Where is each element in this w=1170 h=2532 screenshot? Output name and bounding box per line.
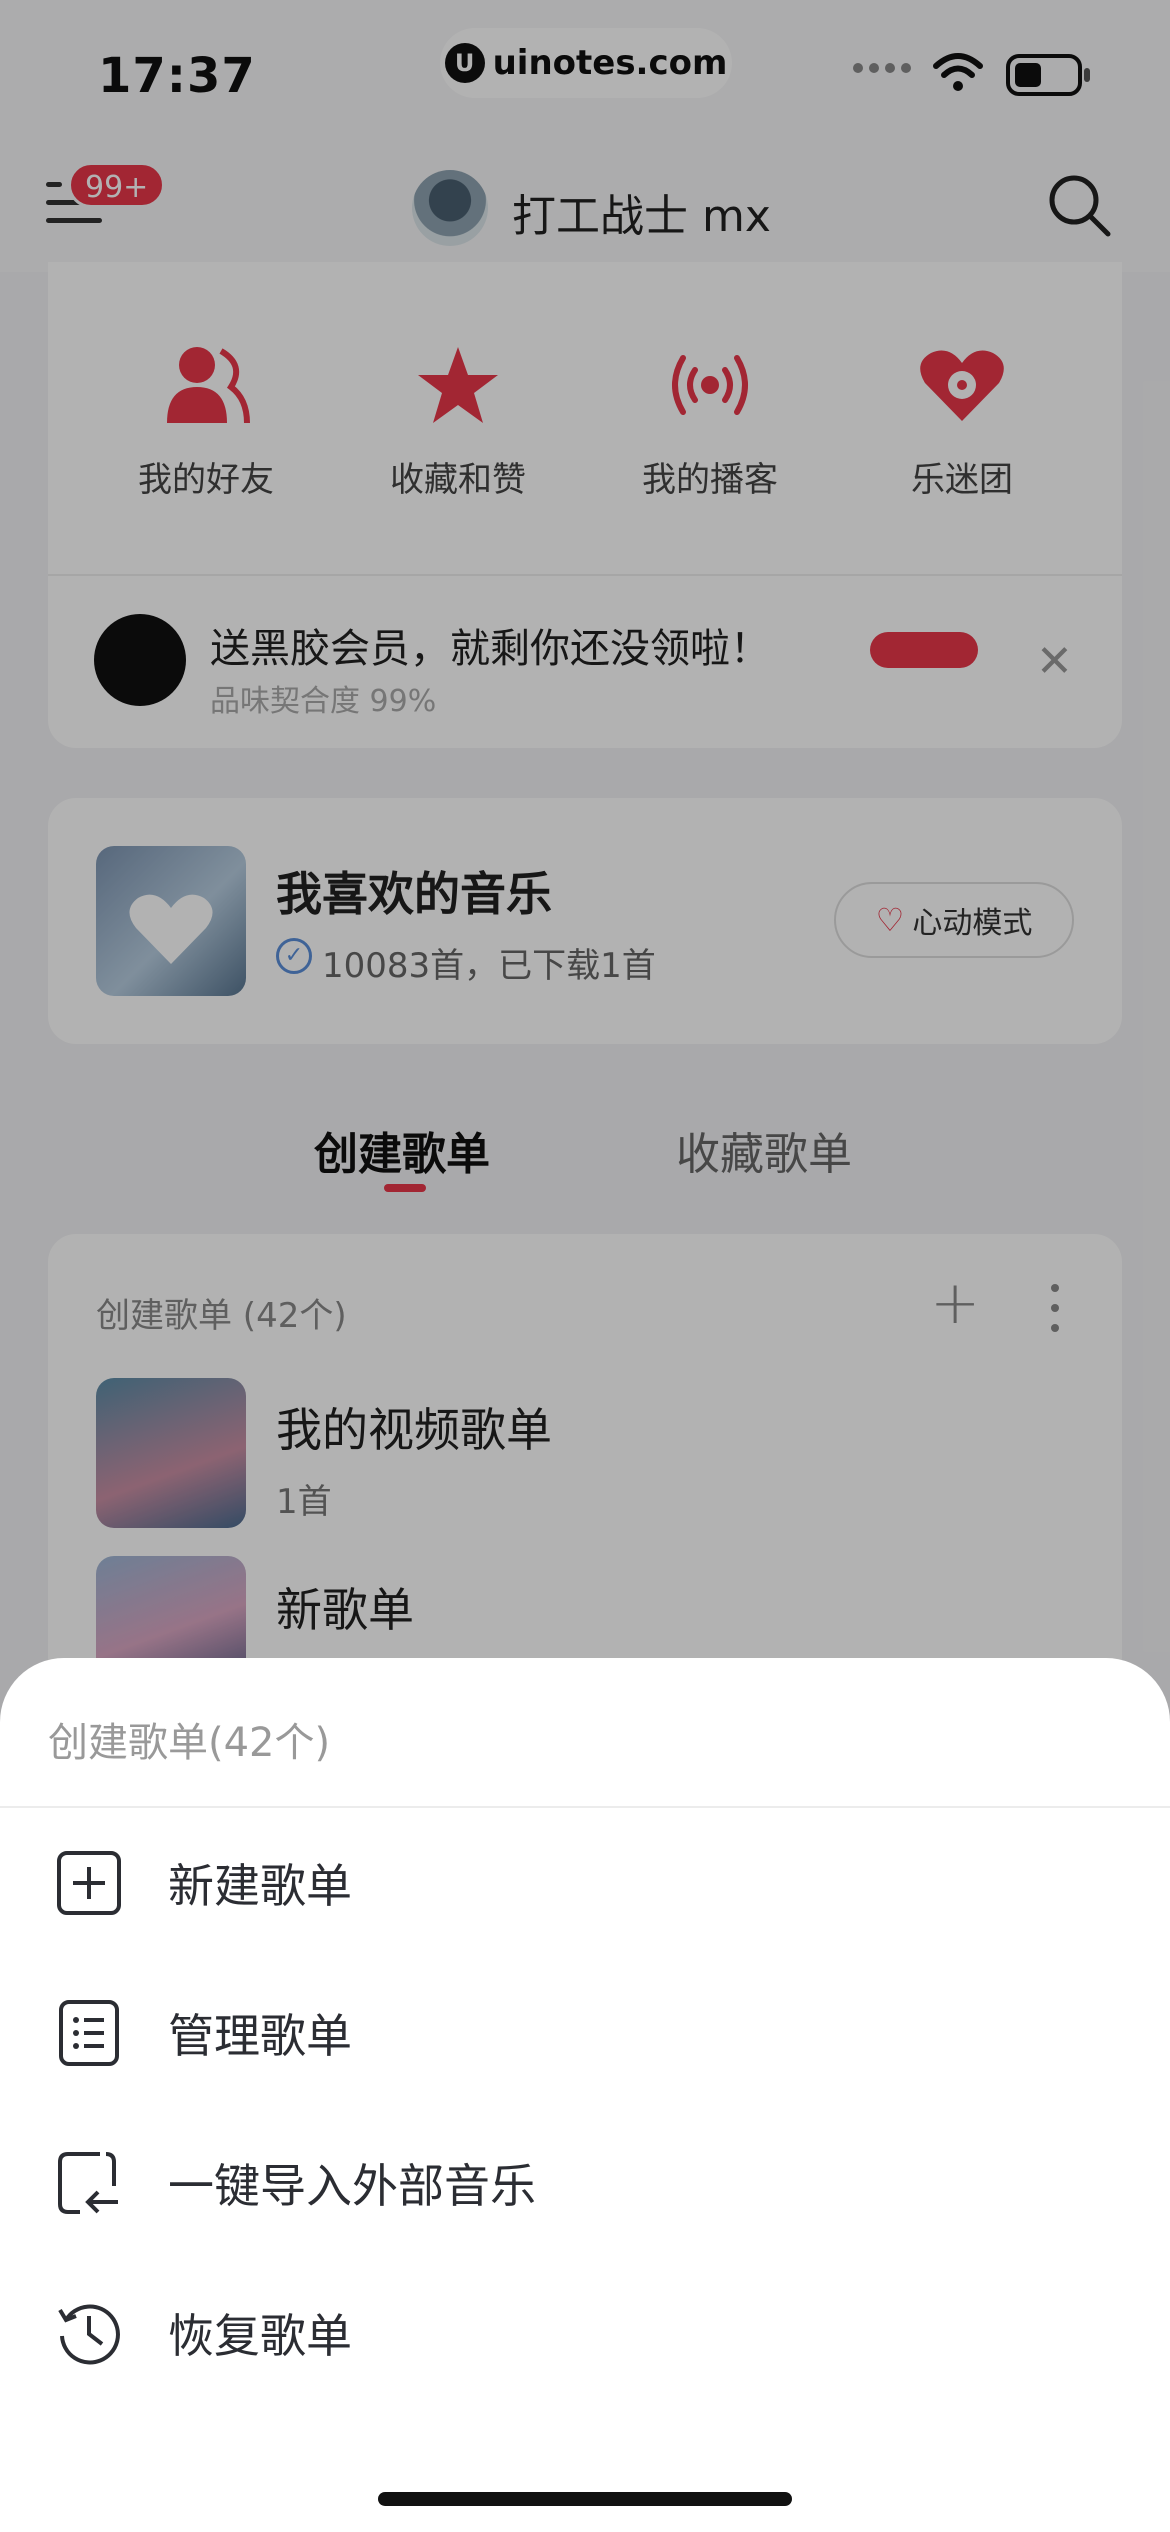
import-icon bbox=[58, 2152, 118, 2214]
restore-playlists-button[interactable]: 恢复歌单 bbox=[0, 2258, 1170, 2408]
sheet-item-label: 恢复歌单 bbox=[168, 2309, 352, 2363]
sheet-item-label: 管理歌单 bbox=[168, 2009, 352, 2063]
sheet-title: 创建歌单(42个) bbox=[48, 1720, 331, 1766]
sheet-item-label: 新建歌单 bbox=[168, 1859, 352, 1913]
history-icon bbox=[58, 2304, 120, 2365]
list-manage-icon bbox=[59, 2000, 119, 2066]
import-external-music-button[interactable]: 一键导入外部音乐 bbox=[0, 2108, 1170, 2258]
add-square-icon bbox=[57, 1851, 121, 1915]
home-indicator[interactable] bbox=[378, 2492, 792, 2506]
sheet-item-label: 一键导入外部音乐 bbox=[168, 2159, 536, 2213]
manage-playlists-button[interactable]: 管理歌单 bbox=[0, 1958, 1170, 2108]
new-playlist-button[interactable]: 新建歌单 bbox=[0, 1808, 1170, 1958]
